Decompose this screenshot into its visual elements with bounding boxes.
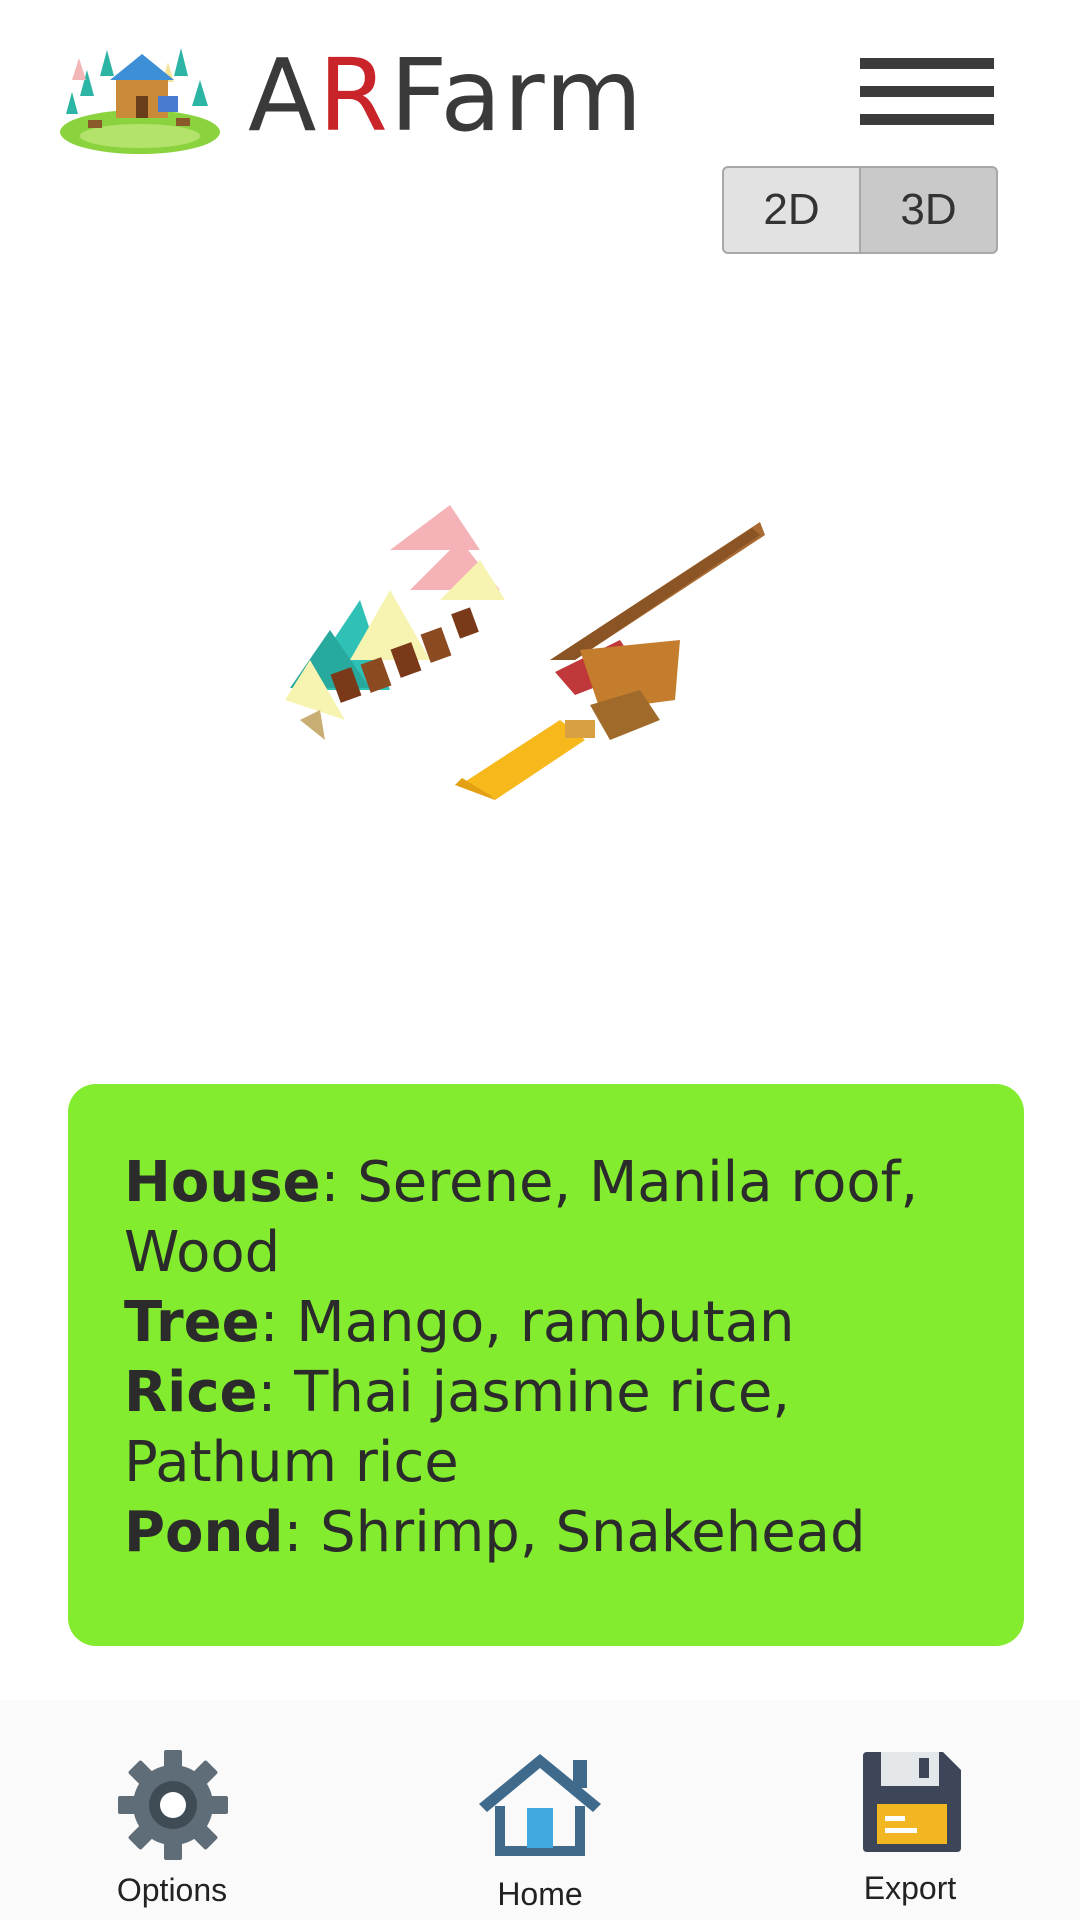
farm-plot-model (455, 522, 765, 800)
bottom-nav-bar: Options Home Export (0, 1700, 1080, 1920)
rice-info-continued: Pathum rice (124, 1430, 459, 1495)
options-label: Options (116, 1872, 228, 1908)
farm-info-card: House: Serene, Manila roof, Wood Tree: M… (68, 1084, 1024, 1646)
app-logo-text: ARFarm (248, 37, 645, 154)
house-info: House: Serene, Manila roof, (124, 1150, 919, 1215)
export-label: Export (863, 1870, 957, 1906)
view-3d-button[interactable]: 3D (859, 166, 998, 254)
app-header: ARFarm (0, 0, 1080, 160)
house-info-continued: Wood (124, 1220, 281, 1285)
home-button[interactable]: Home (440, 1700, 640, 1920)
house-icon (479, 1754, 601, 1856)
gear-icon (118, 1750, 228, 1860)
hamburger-menu-icon[interactable] (860, 58, 994, 126)
tree-info: Tree: Mango, rambutan (124, 1290, 795, 1355)
farm-logo-icon (60, 48, 220, 154)
view-2d-button[interactable]: 2D (722, 166, 861, 254)
view-mode-toggle: 2D 3D (722, 166, 998, 254)
home-label: Home (497, 1876, 583, 1912)
farm-3d-viewport[interactable] (0, 300, 1080, 1020)
tree-cluster-model (285, 505, 505, 740)
export-button[interactable]: Export (810, 1700, 1010, 1920)
pond-info: Pond: Shrimp, Snakehead (124, 1500, 866, 1565)
rice-info: Rice: Thai jasmine rice, (124, 1360, 791, 1425)
floppy-disk-icon (863, 1752, 961, 1852)
options-button[interactable]: Options (72, 1700, 272, 1920)
